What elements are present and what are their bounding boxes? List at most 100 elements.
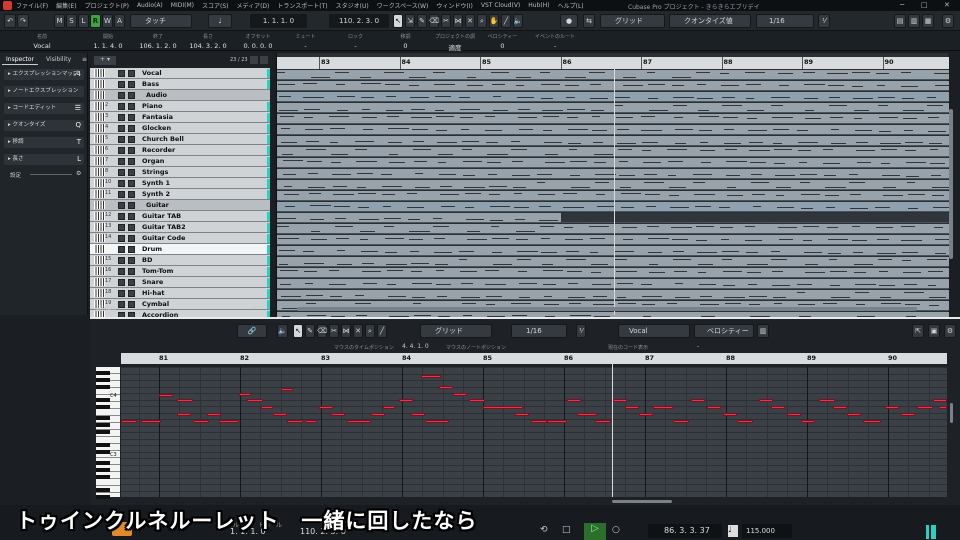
add-track-button[interactable]: + ▾	[94, 56, 116, 65]
track-search-icon[interactable]	[260, 56, 268, 64]
section-chord-edit[interactable]: ▸ コードエディット ☰	[4, 103, 84, 114]
tab-visibility[interactable]: Visibility	[42, 55, 75, 65]
track-mute-button[interactable]	[118, 70, 125, 77]
link-icon[interactable]: 🔗	[237, 324, 267, 338]
arrange-lane[interactable]	[277, 70, 949, 80]
midi-note[interactable]	[625, 406, 639, 409]
menu-score[interactable]: スコア(S)	[202, 1, 229, 10]
glue-tool-icon[interactable]: ⋈	[453, 14, 463, 28]
midi-part[interactable]	[277, 213, 561, 222]
track-row[interactable]: 3 Fantasia	[90, 112, 270, 123]
midi-note[interactable]	[917, 406, 933, 409]
track-solo-button[interactable]	[128, 202, 135, 209]
controller-lane-select[interactable]: ベロシティー	[694, 324, 754, 338]
midi-note[interactable]	[483, 406, 523, 409]
editor-glue-tool-icon[interactable]: ✕	[353, 324, 363, 338]
solo-button[interactable]: S	[66, 14, 77, 28]
midi-note[interactable]	[411, 413, 425, 416]
midi-note[interactable]	[305, 420, 317, 423]
midi-note[interactable]	[531, 420, 547, 423]
drum-map-icon[interactable]: ♩	[208, 14, 232, 28]
track-solo-button[interactable]	[128, 81, 135, 88]
arrange-lane[interactable]	[277, 202, 949, 212]
arrange-lane[interactable]	[277, 136, 949, 146]
editor-v-scrollbar[interactable]	[950, 403, 953, 423]
editor-h-scrollbar[interactable]	[612, 500, 672, 503]
snap-toggle-icon[interactable]: ⇆	[583, 14, 595, 28]
midi-note[interactable]	[933, 399, 947, 402]
black-key[interactable]	[96, 371, 110, 375]
info-offset[interactable]: オフセット 0. 0. 0. 0	[233, 33, 283, 50]
track-solo-button[interactable]	[128, 169, 135, 176]
arrange-lane[interactable]	[277, 92, 949, 102]
undo-button[interactable]: ↶	[4, 14, 16, 28]
editor-quantize-select[interactable]: 1/16	[511, 324, 567, 338]
track-row[interactable]: 11 Synth 2	[90, 189, 270, 200]
snap-type-select[interactable]: グリッド	[600, 14, 665, 28]
editor-snap-type-select[interactable]: グリッド	[420, 324, 492, 338]
section-length[interactable]: ▸ 長さ L	[4, 154, 84, 165]
info-event-root[interactable]: イベントのルート -	[530, 33, 580, 50]
write-automation-button[interactable]: W	[102, 14, 113, 28]
range-tool-icon[interactable]: ⇲	[405, 14, 415, 28]
note-grid[interactable]	[121, 367, 947, 497]
black-key[interactable]	[96, 423, 110, 427]
black-key[interactable]	[96, 430, 110, 434]
track-solo-button[interactable]	[128, 246, 135, 253]
track-solo-button[interactable]	[128, 290, 135, 297]
midi-note[interactable]	[287, 420, 303, 423]
arrange-lane[interactable]	[277, 103, 949, 113]
black-key[interactable]	[96, 468, 110, 472]
split-tool-icon[interactable]: ✂	[441, 14, 451, 28]
menu-project[interactable]: プロジェクト(P)	[85, 1, 129, 10]
track-solo-button[interactable]	[128, 114, 135, 121]
arrange-lane[interactable]	[277, 268, 949, 278]
menu-edit[interactable]: 編集(E)	[56, 1, 76, 10]
visibility-preset[interactable]: Simple	[96, 305, 117, 312]
tab-inspector[interactable]: Inspector	[2, 55, 38, 65]
track-solo-button[interactable]	[128, 268, 135, 275]
section-transpose[interactable]: ▸ 移調 T	[4, 137, 84, 148]
midi-note[interactable]	[833, 406, 847, 409]
track-solo-button[interactable]	[128, 235, 135, 242]
menu-studio[interactable]: スタジオ(U)	[336, 1, 369, 10]
black-key[interactable]	[96, 450, 110, 454]
midi-note[interactable]	[847, 413, 861, 416]
track-mute-button[interactable]	[118, 213, 125, 220]
editor-select-tool-icon[interactable]: ↖	[293, 324, 303, 338]
track-row[interactable]: Audio	[90, 90, 270, 101]
track-mute-button[interactable]	[118, 92, 125, 99]
menu-help[interactable]: ヘルプ(L)	[558, 1, 584, 10]
info-velocity[interactable]: ベロシティー 0	[480, 33, 525, 50]
editor-zoom-tool-icon[interactable]: ╱	[377, 324, 387, 338]
midi-note[interactable]	[219, 420, 239, 423]
editor-settings-icon[interactable]: ⚙	[944, 324, 956, 338]
menu-vst-cloud[interactable]: VST Cloud(V)	[481, 2, 520, 9]
arrange-lane[interactable]	[277, 235, 949, 245]
midi-note[interactable]	[319, 406, 333, 409]
track-mute-button[interactable]	[118, 147, 125, 154]
menu-file[interactable]: ファイル(F)	[16, 1, 48, 10]
track-solo-button[interactable]	[128, 147, 135, 154]
minimize-icon[interactable]: ─	[900, 1, 904, 9]
eraser-tool-icon[interactable]: ⌫	[429, 14, 439, 28]
close-icon[interactable]: ✕	[944, 1, 950, 9]
track-solo-button[interactable]	[128, 70, 135, 77]
arrange-lane[interactable]	[277, 257, 949, 267]
right-locator-display[interactable]: 110. 2. 3. 0	[329, 14, 389, 28]
midi-note[interactable]	[771, 406, 785, 409]
midi-note[interactable]	[939, 406, 947, 409]
layout-right-icon[interactable]: ▦	[922, 14, 934, 28]
arrange-v-scrollbar[interactable]	[949, 109, 953, 259]
automation-a-button[interactable]: A	[114, 14, 125, 28]
track-solo-button[interactable]	[128, 103, 135, 110]
track-mute-button[interactable]	[118, 224, 125, 231]
track-mute-button[interactable]	[118, 158, 125, 165]
track-mute-button[interactable]	[118, 202, 125, 209]
info-end[interactable]: 終了 106. 1. 2. 0	[133, 33, 183, 50]
midi-note[interactable]	[639, 413, 653, 416]
track-mute-button[interactable]	[118, 257, 125, 264]
maximize-icon[interactable]: □	[921, 1, 928, 9]
track-mute-button[interactable]	[118, 103, 125, 110]
midi-note[interactable]	[673, 420, 689, 423]
